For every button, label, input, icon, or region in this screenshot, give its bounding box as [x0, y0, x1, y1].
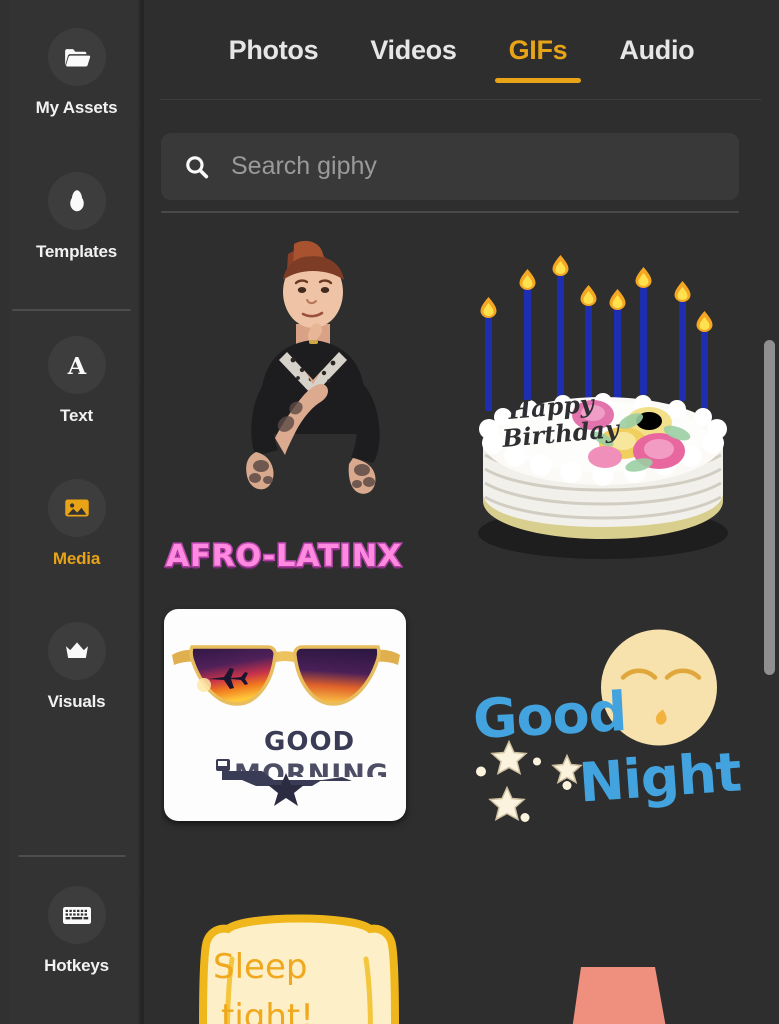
sidebar-item-label: Hotkeys: [44, 956, 109, 975]
sidebar-item-label: Text: [60, 406, 93, 425]
gif-tile-pink-starfish[interactable]: [463, 889, 743, 1024]
sidebar-item-media[interactable]: Media: [9, 479, 143, 569]
egg-icon: [69, 190, 84, 212]
my-assets-icon-button[interactable]: [47, 28, 106, 86]
gif-artwork: Happy Birthday: [478, 255, 728, 559]
gif-caption-line-2: Night: [576, 740, 743, 815]
letter-a-icon: A: [66, 352, 86, 380]
search-icon: [186, 155, 209, 178]
text-icon-button[interactable]: A: [47, 336, 106, 394]
tabbar-divider: [160, 99, 762, 100]
results-scrollbar-thumb[interactable]: [764, 340, 775, 675]
media-icon-button[interactable]: [47, 479, 106, 537]
svg-text:A: A: [66, 352, 86, 380]
sidebar-item-label: Templates: [35, 242, 118, 261]
gif-tile-happy-birthday-cake[interactable]: Happy Birthday: [463, 228, 743, 588]
gif-artwork: [246, 240, 380, 494]
sidebar-item-visuals[interactable]: Visuals: [9, 622, 143, 712]
gif-caption-line-2: tight!: [221, 997, 314, 1024]
search-bar[interactable]: [161, 133, 739, 200]
search-divider: [161, 211, 739, 213]
sidebar-item-label: Media: [52, 549, 101, 568]
left-sidebar: My Assets Templates A Text Media Visuals…: [0, 0, 144, 1024]
visuals-icon-button[interactable]: [47, 622, 106, 680]
tab-photos[interactable]: Photos: [203, 0, 345, 100]
tab-gifs[interactable]: GIFs: [483, 0, 594, 100]
sidebar-item-templates[interactable]: Templates: [9, 172, 143, 262]
crown-icon: [65, 642, 88, 658]
gif-caption: AFRO-LATINX: [164, 538, 403, 576]
sidebar-item-hotkeys[interactable]: Hotkeys: [9, 886, 143, 976]
sidebar-item-label: Visuals: [47, 692, 106, 711]
media-type-tabs: Photos Videos GIFs Audio: [144, 0, 779, 100]
gif-tile-afro-latinx[interactable]: AFRO-LATINX: [161, 228, 441, 588]
gif-artwork: GOOD MORNING: [164, 609, 406, 821]
sidebar-divider-top: [12, 309, 131, 311]
sidebar-left-edge: [0, 0, 9, 1024]
hotkeys-icon-button[interactable]: [47, 886, 106, 944]
results-scrollbar-track[interactable]: [762, 100, 778, 1024]
templates-icon-button[interactable]: [47, 172, 106, 230]
tab-audio[interactable]: Audio: [593, 0, 720, 100]
tab-videos[interactable]: Videos: [344, 0, 482, 100]
image-icon: [64, 499, 89, 517]
folder-open-icon: [64, 49, 90, 67]
keyboard-icon: [62, 907, 91, 924]
sidebar-item-label: My Assets: [35, 98, 118, 117]
media-panel-app: My Assets Templates A Text Media Visuals…: [0, 0, 779, 1024]
gif-tile-good-morning-sunglasses[interactable]: GOOD MORNING: [161, 606, 441, 871]
gif-caption-line-1: GOOD: [264, 727, 356, 757]
gif-tile-sleep-tight-pillow[interactable]: Sleep tight!: [161, 889, 441, 1024]
sidebar-divider-bottom: [18, 855, 126, 857]
gif-artwork: [572, 967, 666, 1024]
sidebar-item-my-assets[interactable]: My Assets: [9, 28, 143, 118]
gif-tile-good-night-moon[interactable]: Good Night: [463, 606, 743, 871]
sidebar-item-text[interactable]: A Text: [9, 336, 143, 426]
media-main-panel: Photos Videos GIFs Audio Search giphy AF…: [144, 0, 779, 1024]
gif-results-grid: AFRO-LATINX Happy Birthday GOOD MORNING …: [161, 228, 743, 1024]
gif-caption-line-1: Good: [471, 680, 628, 751]
search-input[interactable]: [231, 152, 717, 181]
gif-caption-line-1: Sleep: [213, 947, 308, 987]
